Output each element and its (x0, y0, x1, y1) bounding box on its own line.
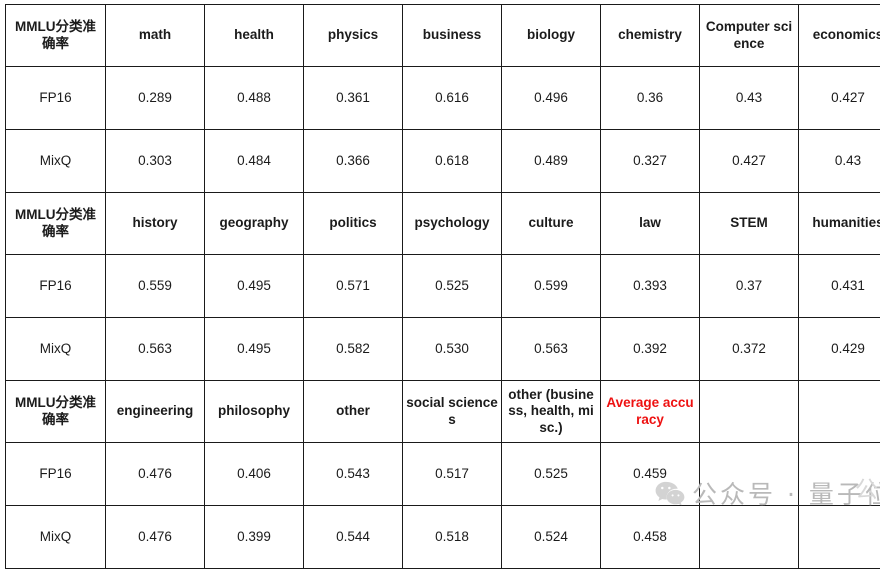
column-header: geography (205, 193, 304, 255)
data-cell: 0.36 (601, 67, 700, 130)
table-header-row: MMLU分类准确率historygeographypoliticspsychol… (6, 193, 880, 255)
empty-cell (700, 443, 799, 506)
data-cell: 0.427 (799, 67, 880, 130)
table-row: FP160.5590.4950.5710.5250.5990.3930.370.… (6, 255, 880, 318)
row-label-header: MMLU分类准确率 (6, 381, 106, 443)
data-cell: 0.544 (304, 506, 403, 569)
data-cell: 0.372 (700, 318, 799, 381)
mmlu-accuracy-table-container: MMLU分类准确率mathhealthphysicsbusinessbiolog… (5, 4, 877, 569)
data-cell: 0.406 (205, 443, 304, 506)
column-header: business (403, 5, 502, 67)
row-label-header: MMLU分类准确率 (6, 5, 106, 67)
data-cell: 0.616 (403, 67, 502, 130)
data-cell: 0.518 (403, 506, 502, 569)
data-cell: 0.599 (502, 255, 601, 318)
table-row: FP160.4760.4060.5430.5170.5250.459 (6, 443, 880, 506)
row-label: FP16 (6, 255, 106, 318)
data-cell: 0.429 (799, 318, 880, 381)
data-cell: 0.392 (601, 318, 700, 381)
table-row: MixQ0.4760.3990.5440.5180.5240.458 (6, 506, 880, 569)
column-header: psychology (403, 193, 502, 255)
data-cell: 0.484 (205, 130, 304, 193)
table-row: FP160.2890.4880.3610.6160.4960.360.430.4… (6, 67, 880, 130)
column-header: economics (799, 5, 880, 67)
row-label: FP16 (6, 67, 106, 130)
data-cell: 0.495 (205, 255, 304, 318)
data-cell: 0.530 (403, 318, 502, 381)
empty-cell (799, 443, 880, 506)
data-cell: 0.303 (106, 130, 205, 193)
row-label: MixQ (6, 130, 106, 193)
data-cell: 0.524 (502, 506, 601, 569)
row-label: FP16 (6, 443, 106, 506)
data-cell: 0.458 (601, 506, 700, 569)
column-header: Computer science (700, 5, 799, 67)
data-cell: 0.289 (106, 67, 205, 130)
table-header-row: MMLU分类准确率mathhealthphysicsbusinessbiolog… (6, 5, 880, 67)
data-cell: 0.327 (601, 130, 700, 193)
column-header: biology (502, 5, 601, 67)
column-header: chemistry (601, 5, 700, 67)
data-cell: 0.543 (304, 443, 403, 506)
column-header: philosophy (205, 381, 304, 443)
row-label: MixQ (6, 506, 106, 569)
screenshot-root: MMLU分类准确率mathhealthphysicsbusinessbiolog… (0, 0, 880, 530)
column-header: engineering (106, 381, 205, 443)
data-cell: 0.476 (106, 506, 205, 569)
column-header: humanities (799, 193, 880, 255)
data-cell: 0.43 (799, 130, 880, 193)
data-cell: 0.559 (106, 255, 205, 318)
column-header: culture (502, 193, 601, 255)
column-header: social sciences (403, 381, 502, 443)
data-cell: 0.488 (205, 67, 304, 130)
row-label-header: MMLU分类准确率 (6, 193, 106, 255)
data-cell: 0.366 (304, 130, 403, 193)
column-header: health (205, 5, 304, 67)
table-row: MixQ0.5630.4950.5820.5300.5630.3920.3720… (6, 318, 880, 381)
column-header: other (business, health, misc.) (502, 381, 601, 443)
data-cell: 0.43 (700, 67, 799, 130)
column-header: history (106, 193, 205, 255)
data-cell: 0.571 (304, 255, 403, 318)
data-cell: 0.393 (601, 255, 700, 318)
data-cell: 0.582 (304, 318, 403, 381)
column-header: law (601, 193, 700, 255)
empty-cell (799, 381, 880, 443)
empty-cell (799, 506, 880, 569)
data-cell: 0.489 (502, 130, 601, 193)
column-header: other (304, 381, 403, 443)
table-body: MMLU分类准确率mathhealthphysicsbusinessbiolog… (6, 5, 880, 569)
data-cell: 0.517 (403, 443, 502, 506)
data-cell: 0.476 (106, 443, 205, 506)
table-header-row: MMLU分类准确率engineeringphilosophyothersocia… (6, 381, 880, 443)
data-cell: 0.361 (304, 67, 403, 130)
table-row: MixQ0.3030.4840.3660.6180.4890.3270.4270… (6, 130, 880, 193)
data-cell: 0.525 (502, 443, 601, 506)
data-cell: 0.618 (403, 130, 502, 193)
mmlu-accuracy-table: MMLU分类准确率mathhealthphysicsbusinessbiolog… (5, 4, 880, 569)
data-cell: 0.525 (403, 255, 502, 318)
data-cell: 0.431 (799, 255, 880, 318)
column-header: physics (304, 5, 403, 67)
row-label: MixQ (6, 318, 106, 381)
empty-cell (700, 381, 799, 443)
data-cell: 0.496 (502, 67, 601, 130)
column-header: Average accuracy (601, 381, 700, 443)
empty-cell (700, 506, 799, 569)
data-cell: 0.563 (502, 318, 601, 381)
data-cell: 0.399 (205, 506, 304, 569)
column-header: politics (304, 193, 403, 255)
column-header: math (106, 5, 205, 67)
column-header: STEM (700, 193, 799, 255)
data-cell: 0.563 (106, 318, 205, 381)
data-cell: 0.495 (205, 318, 304, 381)
data-cell: 0.427 (700, 130, 799, 193)
data-cell: 0.459 (601, 443, 700, 506)
data-cell: 0.37 (700, 255, 799, 318)
